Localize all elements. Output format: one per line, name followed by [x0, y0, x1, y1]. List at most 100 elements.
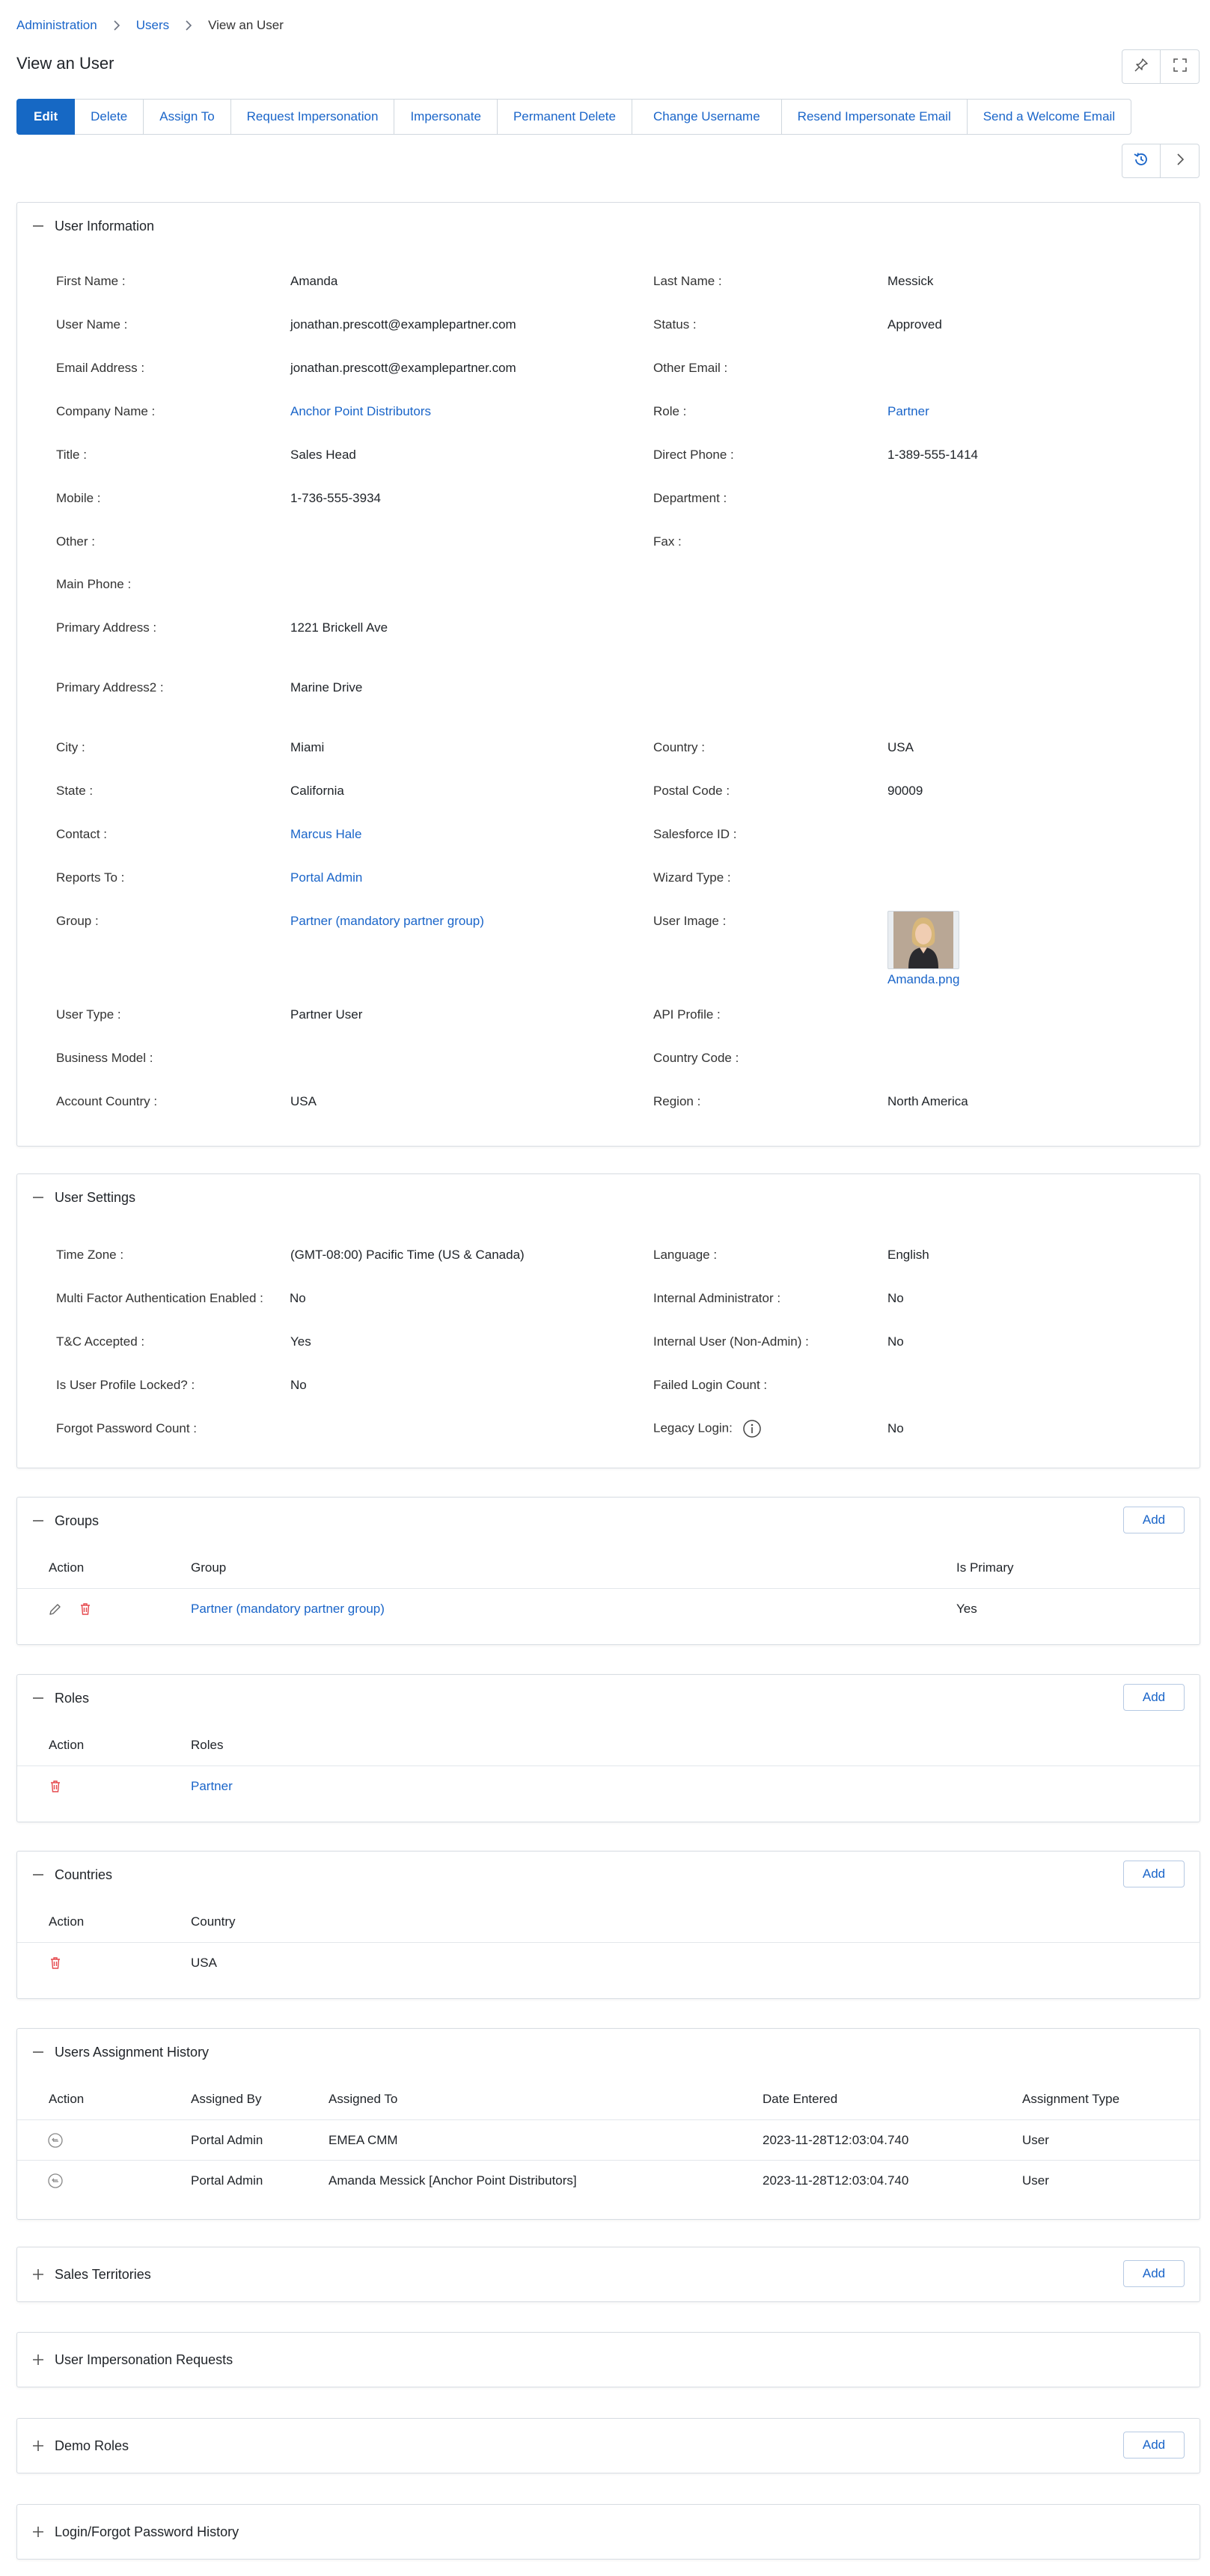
settings-row: Time Zone : (GMT-08:00) Pacific Time (US… — [17, 1248, 1200, 1270]
group-link[interactable]: Partner (mandatory partner group) — [290, 914, 484, 929]
country-label: Country : — [653, 740, 705, 754]
account-country-value: USA — [290, 1094, 317, 1108]
info-icon[interactable] — [742, 1419, 762, 1438]
primary-address-label: Primary Address : — [56, 620, 157, 635]
api-profile-label: API Profile : — [653, 1007, 721, 1022]
next-button[interactable] — [1161, 144, 1200, 178]
info-row: State : California Postal Code : 90009 — [17, 784, 1200, 806]
add-sales-territory-button[interactable]: Add — [1123, 2260, 1185, 2287]
expand-icon[interactable] — [31, 2438, 46, 2453]
row-actions — [47, 1955, 64, 1971]
column-header: Assigned By — [191, 2092, 262, 2106]
expand-icon[interactable] — [31, 2524, 46, 2539]
mfa-label: Multi Factor Authentication Enabled : — [56, 1291, 263, 1305]
panel-title: Login/Forgot Password History — [55, 2524, 239, 2539]
revert-icon[interactable] — [47, 2173, 64, 2189]
reports-to-link[interactable]: Portal Admin — [290, 870, 362, 885]
revert-icon[interactable] — [47, 2132, 64, 2149]
collapse-icon[interactable] — [31, 1867, 46, 1882]
trash-icon[interactable] — [47, 1955, 64, 1971]
company-name-link[interactable]: Anchor Point Distributors — [290, 404, 431, 419]
table-header: Action Country — [17, 1898, 1200, 1943]
impersonate-button[interactable]: Impersonate — [394, 99, 498, 135]
breadcrumb-current: View an User — [208, 18, 284, 32]
avatar[interactable] — [887, 911, 959, 969]
breadcrumb-administration[interactable]: Administration — [16, 18, 97, 33]
expand-icon[interactable] — [31, 2352, 46, 2367]
collapse-icon[interactable] — [31, 219, 46, 234]
reports-to-label: Reports To : — [56, 870, 125, 885]
send-welcome-email-button[interactable]: Send a Welcome Email — [967, 99, 1132, 135]
direct-phone-label: Direct Phone : — [653, 448, 734, 462]
table-row: Partner (mandatory partner group) Yes — [17, 1589, 1200, 1631]
group-link[interactable]: Partner (mandatory partner group) — [191, 1602, 385, 1617]
chevron-right-icon — [184, 19, 193, 31]
business-model-label: Business Model : — [56, 1051, 153, 1065]
user-image-link[interactable]: Amanda.png — [887, 972, 962, 987]
add-role-button[interactable]: Add — [1123, 1684, 1185, 1711]
group-label: Group : — [56, 914, 99, 928]
pin-button[interactable] — [1122, 49, 1161, 84]
other-label: Other : — [56, 534, 95, 549]
history-button[interactable] — [1122, 144, 1161, 178]
collapse-icon[interactable] — [31, 1190, 46, 1205]
edit-icon[interactable] — [47, 1601, 64, 1617]
history-controls — [1122, 144, 1200, 178]
first-name-value: Amanda — [290, 274, 338, 288]
panel-header: User Information — [17, 203, 1200, 249]
legacy-login-value: No — [887, 1421, 904, 1435]
trash-icon[interactable] — [47, 1778, 64, 1795]
last-name-label: Last Name : — [653, 274, 722, 288]
account-country-label: Account Country : — [56, 1094, 158, 1108]
settings-row: Multi Factor Authentication Enabled : No… — [17, 1291, 1200, 1313]
user-type-value: Partner User — [290, 1007, 363, 1022]
panel-header: Roles Add — [17, 1675, 1200, 1721]
request-impersonation-button[interactable]: Request Impersonation — [230, 99, 395, 135]
info-row: Reports To : Portal Admin Wizard Type : — [17, 870, 1200, 893]
company-name-label: Company Name : — [56, 404, 156, 418]
collapse-icon[interactable] — [31, 1513, 46, 1528]
table-row: Portal Admin EMEA CMM 2023-11-28T12:03:0… — [17, 2120, 1200, 2161]
country-code-label: Country Code : — [653, 1051, 739, 1065]
title-value: Sales Head — [290, 448, 356, 462]
internal-admin-value: No — [887, 1291, 904, 1305]
panel-title: Countries — [55, 1867, 113, 1882]
chevron-right-icon — [1173, 152, 1188, 171]
collapse-icon[interactable] — [31, 2045, 46, 2060]
time-zone-label: Time Zone : — [56, 1248, 124, 1262]
table-row: Portal Admin Amanda Messick [Anchor Poin… — [17, 2161, 1200, 2201]
change-username-button[interactable]: Change Username — [632, 99, 782, 135]
login-history-panel: Login/Forgot Password History — [16, 2504, 1200, 2560]
other-email-label: Other Email : — [653, 361, 728, 375]
collapse-icon[interactable] — [31, 1691, 46, 1706]
is-primary-value: Yes — [956, 1602, 977, 1616]
info-row: Primary Address : 1221 Brickell Ave — [17, 620, 1200, 643]
breadcrumb-users[interactable]: Users — [136, 18, 169, 33]
add-demo-role-button[interactable]: Add — [1123, 2432, 1185, 2459]
role-link[interactable]: Partner — [887, 404, 929, 419]
expand-icon[interactable] — [31, 2267, 46, 2282]
trash-icon[interactable] — [77, 1601, 94, 1617]
permanent-delete-button[interactable]: Permanent Delete — [497, 99, 632, 135]
panel-header: Countries Add — [17, 1852, 1200, 1898]
add-country-button[interactable]: Add — [1123, 1861, 1185, 1887]
expand-icon — [1172, 57, 1188, 77]
time-zone-value: (GMT-08:00) Pacific Time (US & Canada) — [290, 1248, 525, 1262]
table-header: Action Roles — [17, 1721, 1200, 1766]
resend-impersonate-email-button[interactable]: Resend Impersonate Email — [781, 99, 968, 135]
role-link[interactable]: Partner — [191, 1779, 233, 1794]
fullscreen-button[interactable] — [1161, 49, 1200, 84]
assigned-by-value: Portal Admin — [191, 2173, 263, 2188]
info-row: Company Name : Anchor Point Distributors… — [17, 404, 1200, 427]
postal-code-label: Postal Code : — [653, 784, 730, 798]
assign-to-button[interactable]: Assign To — [144, 99, 231, 135]
salesforce-id-label: Salesforce ID : — [653, 827, 737, 841]
delete-button[interactable]: Delete — [75, 99, 144, 135]
add-group-button[interactable]: Add — [1123, 1507, 1185, 1533]
contact-link[interactable]: Marcus Hale — [290, 827, 361, 842]
column-header: Action — [49, 1914, 85, 1929]
edit-button[interactable]: Edit — [16, 99, 76, 135]
user-name-value: jonathan.prescott@examplepartner.com — [290, 317, 516, 332]
info-row: Main Phone : — [17, 577, 1200, 599]
chevron-right-icon — [112, 19, 121, 31]
